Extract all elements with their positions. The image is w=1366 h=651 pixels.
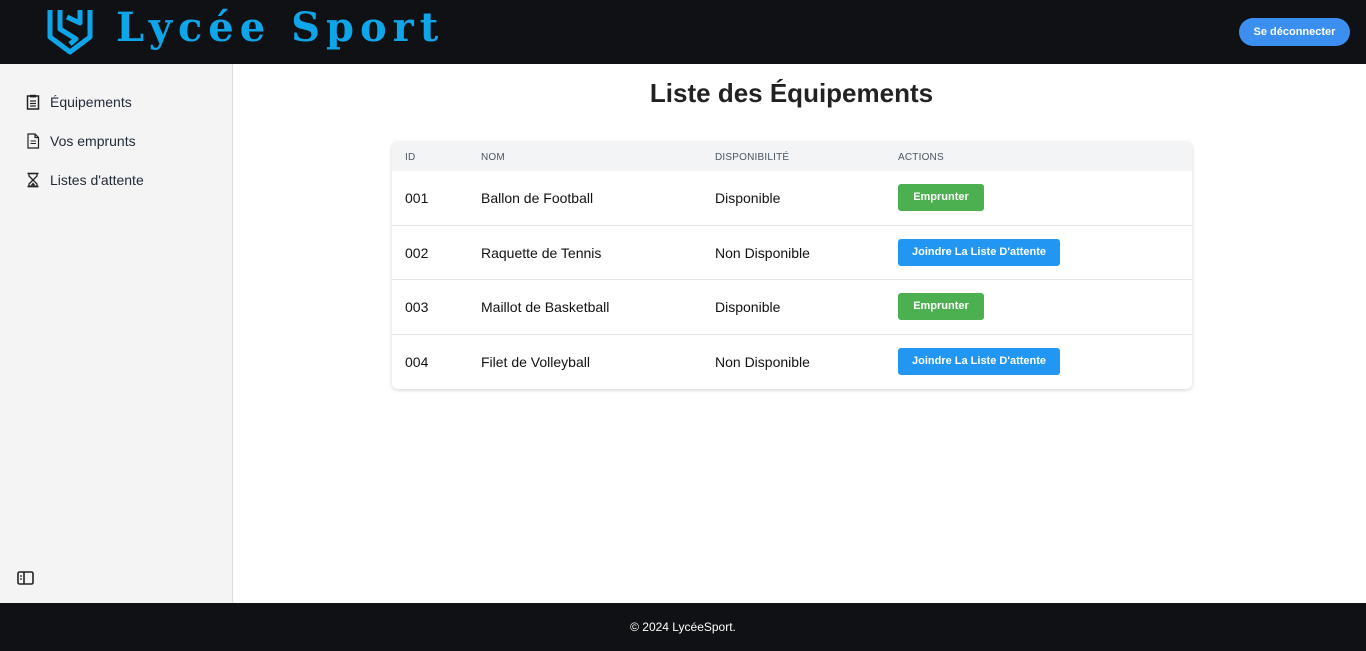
cell-availability: Non Disponible [715,354,810,370]
cell-name: Raquette de Tennis [481,245,602,261]
sidebar-item-listes-attente[interactable]: Listes d'attente [26,170,144,190]
join-waitlist-button[interactable]: Joindre La Liste D'attente [898,348,1060,375]
sidebar-item-label: Vos emprunts [50,133,136,149]
cell-name: Filet de Volleyball [481,354,590,370]
cell-id: 003 [405,299,429,315]
sidebar-toggle-icon[interactable] [17,571,34,585]
clipboard-icon [26,94,40,110]
top-header: Lycée Sport Se déconnecter [0,0,1366,64]
table-row: 001 Ballon de Football Disponible Emprun… [392,171,1192,225]
equipment-table: ID NOM DISPONIBILITÉ ACTIONS 001 Ballon … [392,142,1192,389]
cell-availability: Non Disponible [715,245,810,261]
sidebar-item-emprunts[interactable]: Vos emprunts [26,131,136,151]
join-waitlist-button[interactable]: Joindre La Liste D'attente [898,239,1060,266]
sidebar: Équipements Vos emprunts Listes d'attent… [0,64,233,603]
logo-icon [47,10,93,55]
column-header-actions: ACTIONS [898,152,944,163]
document-icon [27,133,40,149]
table-row: 003 Maillot de Basketball Disponible Emp… [392,279,1192,333]
cell-name: Ballon de Football [481,190,594,206]
column-header-availability: DISPONIBILITÉ [715,152,790,163]
cell-id: 001 [405,190,429,206]
brand-title: Lycée Sport [116,4,445,51]
cell-id: 002 [405,245,429,261]
page-title: Liste des Équipements [649,78,934,108]
borrow-button[interactable]: Emprunter [898,184,984,211]
logout-button[interactable]: Se déconnecter [1239,18,1350,46]
cell-id: 004 [405,354,429,370]
sidebar-item-label: Listes d'attente [50,172,144,188]
cell-name: Maillot de Basketball [481,299,610,315]
footer: © 2024 LycéeSport. [0,603,1366,651]
cell-availability: Disponible [715,299,781,315]
column-header-name: NOM [481,152,505,163]
cell-availability: Disponible [715,190,781,206]
table-row: 002 Raquette de Tennis Non Disponible Jo… [392,225,1192,279]
column-header-id: ID [405,152,416,163]
table-header: ID NOM DISPONIBILITÉ ACTIONS [392,142,1192,171]
sidebar-item-label: Équipements [50,94,132,110]
hourglass-icon [27,172,39,188]
sidebar-item-equipements[interactable]: Équipements [26,92,132,112]
borrow-button[interactable]: Emprunter [898,293,984,320]
table-row: 004 Filet de Volleyball Non Disponible J… [392,334,1192,388]
